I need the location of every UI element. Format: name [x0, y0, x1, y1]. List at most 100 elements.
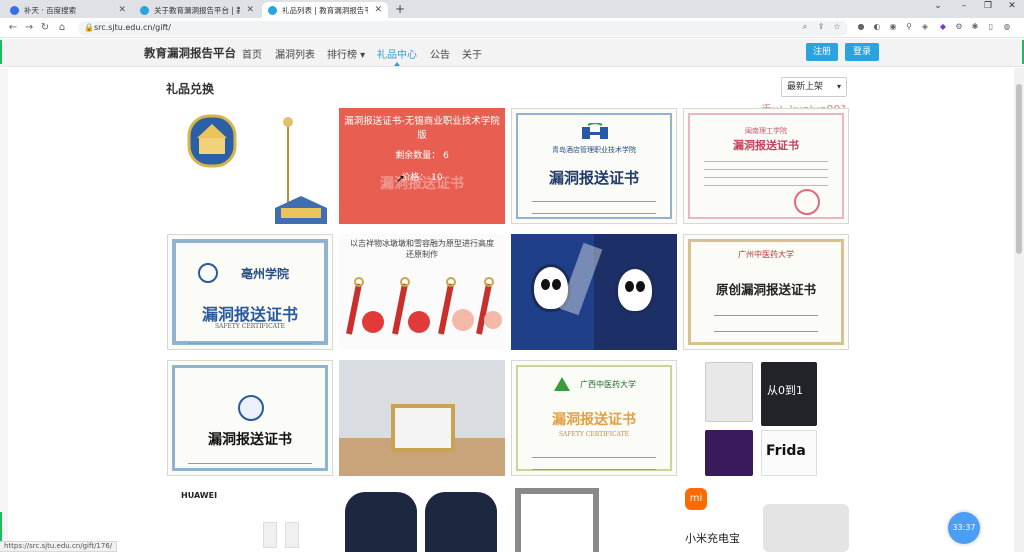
certificate-school: 闽南理工学院: [745, 127, 787, 135]
recording-timer[interactable]: 33:37: [948, 512, 980, 544]
restore-icon[interactable]: ❐: [976, 1, 1000, 11]
book-title: Frida: [766, 443, 806, 459]
mouse-cursor-icon: ➚: [396, 172, 406, 185]
forward-icon[interactable]: →: [22, 21, 36, 35]
certificate-school: 青岛酒店管理职业技术学院: [552, 146, 636, 154]
scrollbar-thumb[interactable]: [1016, 84, 1022, 254]
router-image: [285, 522, 299, 548]
certificate-line: [704, 169, 828, 170]
close-icon[interactable]: ✕: [246, 5, 254, 15]
certificate-school: 亳州学院: [240, 267, 289, 281]
gift-image-badge: [187, 114, 327, 224]
tab-title: 补天 · 百度搜索: [24, 5, 77, 15]
address-url: src.sjtu.edu.cn/gift/: [94, 23, 171, 32]
gift-card[interactable]: [339, 486, 505, 552]
nav-vuln-list[interactable]: 漏洞列表: [275, 46, 315, 66]
browser-tab[interactable]: 关于教育漏洞报告平台 | 教育漏... ✕: [134, 2, 260, 18]
gift-card[interactable]: 广州中医药大学 原创漏洞报送证书: [683, 234, 849, 350]
recording-border: [0, 40, 2, 64]
certificate-line: [532, 213, 656, 214]
book-cover-image: Frida: [761, 430, 817, 476]
home-icon[interactable]: ⌂: [55, 21, 69, 35]
nav-home[interactable]: 首页: [242, 46, 262, 66]
new-tab-icon[interactable]: +: [393, 2, 407, 16]
bookmark-star-icon[interactable]: ☆: [832, 22, 842, 32]
close-icon[interactable]: ✕: [118, 5, 126, 15]
framed-certificate-image: [391, 404, 455, 452]
gift-price: 价格： 10: [401, 173, 443, 183]
certificate-line: [188, 463, 312, 464]
gift-card[interactable]: mi 小米充电宝: [683, 486, 849, 552]
close-icon[interactable]: ✕: [374, 5, 382, 15]
browser-tab[interactable]: 补天 · 百度搜索 ✕: [4, 2, 132, 18]
window-close-icon[interactable]: ✕: [1000, 1, 1024, 11]
gift-product-label: 小米充电宝: [685, 532, 740, 545]
chevron-down-icon: ▾: [836, 82, 841, 91]
zoom-icon[interactable]: ⌕: [800, 22, 810, 32]
page-title: 礼品兑换: [166, 82, 215, 96]
certificate-title: 漏洞报送证书: [733, 139, 799, 152]
gift-hover-overlay[interactable]: 漏洞报送证书 漏洞报送证书-无锡商业职业技术学院版 剩余数量： 6 价格： 10: [339, 108, 505, 224]
gift-card[interactable]: 广西中医药大学 漏洞报送证书 SAFETY CERTIFICATE: [511, 360, 677, 476]
profile-icon[interactable]: ◍: [1002, 22, 1012, 32]
sort-selected-value: 最新上架: [787, 82, 824, 92]
sort-select[interactable]: 最新上架 ▾: [781, 77, 847, 97]
gift-card[interactable]: 从0到1 Frida: [683, 360, 849, 476]
extension-icon[interactable]: ●: [856, 22, 866, 32]
gift-card[interactable]: [511, 234, 677, 350]
register-button[interactable]: 注册: [806, 43, 838, 61]
gift-card[interactable]: 亳州学院 漏洞报送证书 SAFETY CERTIFICATE: [167, 234, 333, 350]
seal-stamp-icon: [794, 189, 820, 215]
tab-search-icon[interactable]: ⌄: [926, 1, 950, 11]
nav-about[interactable]: 关于: [462, 46, 482, 66]
login-button[interactable]: 登录: [845, 43, 879, 61]
gift-card[interactable]: [339, 360, 505, 476]
certificate-line: [704, 185, 828, 186]
tab-title: 礼品列表 | 教育漏洞报告平台: [282, 5, 369, 15]
certificate-line: [714, 331, 818, 332]
lock-icon: 🔒: [84, 23, 94, 32]
browser-tab-strip: 补天 · 百度搜索 ✕ 关于教育漏洞报告平台 | 教育漏... ✕ 礼品列表 |…: [0, 0, 1024, 18]
browser-tab-active[interactable]: 礼品列表 | 教育漏洞报告平台 ✕: [262, 2, 388, 18]
gift-card[interactable]: 闽南理工学院 漏洞报送证书: [683, 108, 849, 224]
gift-card[interactable]: 青岛酒店管理职业技术学院 漏洞报送证书: [511, 108, 677, 224]
gift-card[interactable]: HUAWEI: [167, 486, 333, 552]
gift-card-hovered[interactable]: 漏洞报送证书 漏洞报送证书-无锡商业职业技术学院版 剩余数量： 6 价格： 10: [339, 108, 505, 224]
nav-announcements[interactable]: 公告: [430, 46, 450, 66]
certificate-line: [704, 177, 828, 178]
xiaomi-logo-icon: mi: [685, 488, 707, 510]
gift-card[interactable]: 漏洞报送证书: [167, 360, 333, 476]
extension-icon[interactable]: ◈: [920, 22, 930, 32]
jacket-image: [425, 492, 497, 552]
keychain-image: [346, 277, 502, 335]
extension-icon[interactable]: ⚲: [904, 22, 914, 32]
certificate-title: 漏洞报送证书: [552, 412, 636, 428]
gift-card[interactable]: [167, 108, 333, 224]
certificate-line: [714, 315, 818, 316]
site-brand[interactable]: 教育漏洞报告平台: [144, 45, 236, 61]
extension-icon[interactable]: ◆: [938, 22, 948, 32]
certificate-school: 广州中医药大学: [738, 250, 794, 259]
settings-icon[interactable]: ⚙: [954, 22, 964, 32]
gift-brand-label: HUAWEI: [181, 491, 218, 500]
extension-icon[interactable]: ◉: [888, 22, 898, 32]
panda-badge-icon: [615, 266, 655, 314]
sidebar-icon[interactable]: ▯: [986, 22, 996, 32]
school-logo-icon: [582, 123, 608, 139]
nav-gift-center[interactable]: 礼品中心: [377, 46, 417, 66]
browser-status-bar: https://src.sjtu.edu.cn/gift/176/: [0, 541, 118, 552]
baidu-favicon-icon: [10, 5, 19, 15]
page-scrollbar[interactable]: [1014, 68, 1024, 552]
address-bar[interactable]: 🔒 src.sjtu.edu.cn/gift/: [78, 21, 848, 36]
puzzle-icon[interactable]: ✱: [970, 22, 980, 32]
minimize-icon[interactable]: –: [952, 1, 976, 11]
jacket-image: [345, 492, 417, 552]
certificate-subtitle: SAFETY CERTIFICATE: [214, 323, 286, 330]
nav-ranking[interactable]: 排行榜 ▾: [327, 46, 365, 66]
extension-icon[interactable]: ◐: [872, 22, 882, 32]
gift-card[interactable]: [511, 486, 677, 552]
share-icon[interactable]: ⇪: [816, 22, 826, 32]
gift-card[interactable]: 以吉祥物冰墩墩和雪容融为原型进行高度还原制作: [339, 234, 505, 350]
reload-icon[interactable]: ↻: [38, 21, 52, 35]
back-icon[interactable]: ←: [6, 21, 20, 35]
